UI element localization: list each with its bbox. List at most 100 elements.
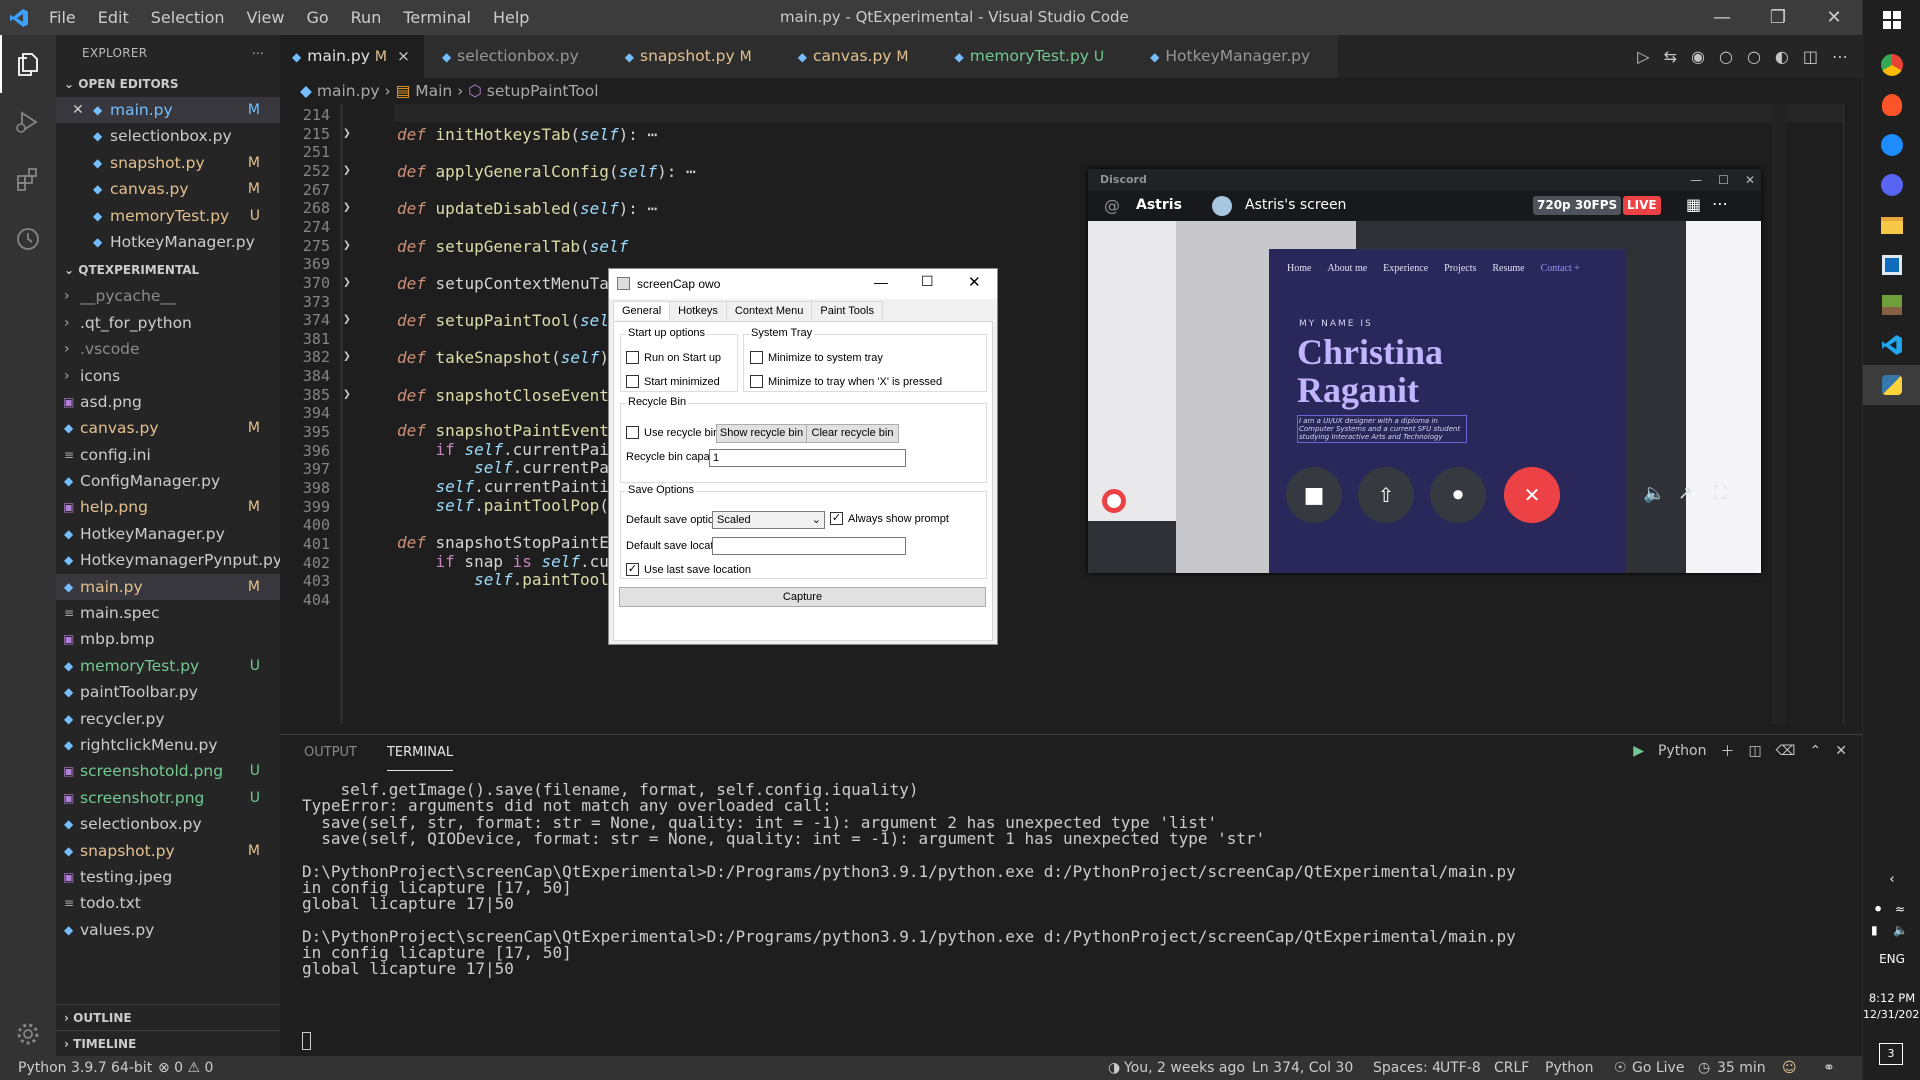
notifications-icon[interactable]: ⚭: [1823, 1056, 1835, 1080]
battery-icon[interactable]: ▮: [1871, 923, 1878, 937]
more-icon[interactable]: ⋯: [1832, 47, 1848, 66]
file-explorer-icon[interactable]: [1863, 205, 1920, 245]
maximize-panel-icon[interactable]: ⌃: [1810, 743, 1822, 759]
popout-icon[interactable]: ↗: [1678, 483, 1693, 504]
file-item[interactable]: ◆ canvas.py M: [56, 415, 280, 441]
menu-selection[interactable]: Selection: [140, 0, 236, 35]
restore-icon[interactable]: ❐: [1750, 0, 1806, 35]
clock-time[interactable]: 8:12 PM: [1863, 991, 1920, 1005]
go-live[interactable]: Go Live: [1632, 1056, 1684, 1080]
project-section[interactable]: ⌄ QTEXPERIMENTAL: [56, 257, 280, 283]
file-item[interactable]: ◆ recycler.py: [56, 706, 280, 732]
fold-chevron-icon[interactable]: ❯: [343, 126, 351, 141]
more-options-icon[interactable]: ⋯: [1712, 194, 1728, 213]
trash-icon[interactable]: ⌫: [1776, 743, 1796, 759]
open-editor-item[interactable]: ◆ canvas.py M: [56, 176, 280, 202]
dialog-tab-hotkeys[interactable]: Hotkeys: [669, 301, 727, 320]
scrollbar[interactable]: [1772, 104, 1786, 724]
tray-chevron-icon[interactable]: ‹: [1863, 872, 1920, 887]
close-icon[interactable]: ✕: [1806, 0, 1862, 35]
mic-icon[interactable]: ⚫: [1873, 902, 1883, 916]
breadcrumb-class[interactable]: Main: [415, 82, 452, 100]
split-terminal-icon[interactable]: ◫: [1749, 743, 1762, 759]
extensions-icon[interactable]: [0, 151, 56, 209]
fold-chevron-icon[interactable]: ❯: [343, 349, 351, 364]
fold-chevron-icon[interactable]: ❯: [343, 387, 351, 402]
timeline-history-icon[interactable]: [0, 209, 56, 267]
cursor-position[interactable]: Ln 374, Col 30: [1252, 1056, 1353, 1080]
file-item[interactable]: ◆ snapshot.py M: [56, 838, 280, 864]
open-editor-item[interactable]: ✕ ◆ main.py M: [56, 97, 280, 124]
shell-select[interactable]: Python: [1658, 743, 1707, 759]
file-item[interactable]: ▣ mbp.bmp: [56, 626, 280, 652]
file-item[interactable]: ▣ testing.jpeg: [56, 864, 280, 890]
menu-view[interactable]: View: [236, 0, 296, 35]
file-item[interactable]: ◆ main.py M: [56, 573, 280, 601]
python-taskbar-icon[interactable]: [1863, 365, 1920, 405]
tab-snapshot-py[interactable]: ◆ snapshot.py M: [606, 35, 780, 78]
close-tab-icon[interactable]: ×: [397, 47, 410, 65]
file-item[interactable]: ◆ HotkeymanagerPynput.py: [56, 547, 282, 573]
menu-file[interactable]: File: [38, 0, 87, 35]
git-prev-icon[interactable]: ○: [1719, 47, 1733, 66]
settings-gear-icon[interactable]: [0, 1005, 56, 1063]
folder-item[interactable]: › __pycache__: [56, 283, 280, 309]
tab-main-py[interactable]: ◆ main.py M ×: [280, 35, 424, 78]
maximize-icon[interactable]: ☐: [1718, 169, 1729, 191]
show-recycle-button[interactable]: Show recycle bin: [716, 424, 807, 443]
dialog-tab-paint-tools[interactable]: Paint Tools: [811, 301, 883, 320]
capacity-spinbox[interactable]: 1: [709, 449, 906, 467]
explorer-icon[interactable]: [0, 35, 56, 93]
minecraft-icon[interactable]: [1863, 285, 1920, 325]
add-terminal-icon[interactable]: ＋: [1721, 741, 1735, 761]
grid-layout-icon[interactable]: ▦: [1686, 195, 1701, 214]
dialog-tab-general[interactable]: General: [613, 301, 671, 320]
run-icon[interactable]: ▷: [1637, 47, 1649, 66]
close-icon[interactable]: ✕: [72, 97, 84, 123]
volume-icon[interactable]: 🔈: [1643, 483, 1665, 504]
brave-icon[interactable]: [1863, 85, 1920, 125]
start-minimized-checkbox[interactable]: Start minimized: [626, 375, 720, 388]
file-item[interactable]: ◆ memoryTest.py U: [56, 653, 280, 679]
language-indicator[interactable]: ENG: [1863, 952, 1920, 966]
file-item[interactable]: ≡ todo.txt: [56, 890, 280, 916]
split-editor-icon[interactable]: ◫: [1803, 47, 1818, 66]
open-editor-item[interactable]: ◆ memoryTest.py U: [56, 203, 280, 229]
menu-go[interactable]: Go: [295, 0, 339, 35]
run-debug-icon[interactable]: [0, 93, 56, 151]
copilot-icon[interactable]: ☺: [1782, 1056, 1797, 1080]
folder-item[interactable]: › .vscode: [56, 336, 280, 362]
tab-memorytest-py[interactable]: ◆ memoryTest.py U: [936, 35, 1133, 78]
outline-section[interactable]: › OUTLINE: [56, 1004, 280, 1030]
always-show-prompt-checkbox[interactable]: ✓ Always show prompt: [830, 512, 949, 525]
open-editor-item[interactable]: ◆ snapshot.py M: [56, 150, 280, 176]
share-screen-button[interactable]: ⇧: [1358, 467, 1414, 523]
save-location-input[interactable]: [712, 537, 906, 555]
git-blame[interactable]: You, 2 weeks ago: [1124, 1056, 1245, 1080]
camera-button[interactable]: ■: [1286, 467, 1342, 523]
tab-selectionbox-py[interactable]: ◆ selectionbox.py: [423, 35, 607, 78]
fold-chevron-icon[interactable]: ❯: [343, 200, 351, 215]
open-editors-section[interactable]: ⌄ OPEN EDITORS: [56, 71, 280, 97]
open-editor-item[interactable]: ◆ selectionbox.py: [56, 123, 280, 149]
dialog-tab-context-menu[interactable]: Context Menu: [725, 301, 813, 320]
discord-taskbar-icon[interactable]: [1863, 165, 1920, 205]
file-item[interactable]: ▣ screenshotr.png U: [56, 785, 280, 811]
run-on-startup-checkbox[interactable]: Run on Start up: [626, 351, 721, 364]
notification-center[interactable]: 3: [1879, 1043, 1903, 1065]
discord-user[interactable]: Astris: [1136, 197, 1182, 213]
stream-view[interactable]: Home About me Experience Projects Resume Cont…: [1088, 221, 1761, 573]
menu-run[interactable]: Run: [340, 0, 393, 35]
clock-date[interactable]: 12/31/2021: [1863, 1008, 1920, 1021]
file-item[interactable]: ≡ main.spec: [56, 600, 280, 626]
encoding[interactable]: UTF-8: [1440, 1056, 1481, 1080]
close-icon[interactable]: ✕: [1745, 169, 1755, 191]
record-icon[interactable]: [1102, 489, 1126, 513]
disconnect-button[interactable]: ✕: [1504, 467, 1560, 523]
menu-edit[interactable]: Edit: [87, 0, 140, 35]
menu-terminal[interactable]: Terminal: [392, 0, 482, 35]
mute-button[interactable]: ⚫: [1430, 467, 1486, 523]
coding-timer[interactable]: 35 min: [1717, 1056, 1766, 1080]
more-actions-icon[interactable]: ⋯: [252, 35, 264, 71]
close-panel-icon[interactable]: ✕: [1835, 743, 1847, 759]
